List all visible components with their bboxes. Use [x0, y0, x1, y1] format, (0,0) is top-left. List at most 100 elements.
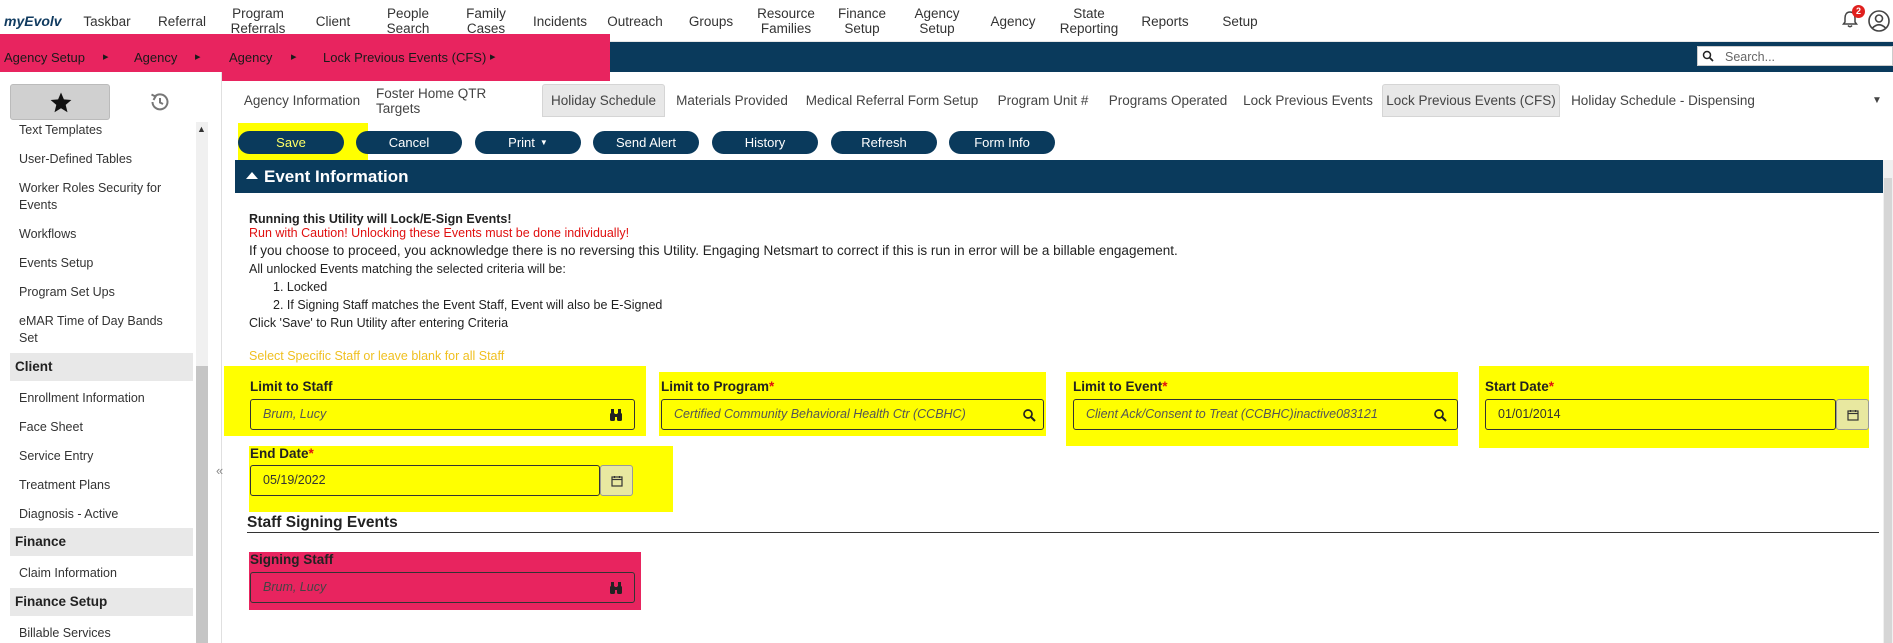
tabs-overflow-icon[interactable]: ▼	[1872, 95, 1882, 106]
section-title: Event Information	[264, 167, 409, 186]
breadcrumb-separator-icon: ▸	[490, 51, 496, 63]
notification-badge: 2	[1852, 5, 1865, 18]
nav-finance-setup[interactable]: Finance Setup	[830, 0, 894, 42]
sidebar-item-treatment-plans[interactable]: Treatment Plans	[19, 477, 179, 494]
collapse-sidebar-icon[interactable]: «	[216, 463, 223, 478]
start-date-label-text: Start Date	[1485, 379, 1549, 394]
brand-logo[interactable]: myEvolv	[4, 13, 62, 29]
tab-lock-previous-events[interactable]: Lock Previous Events	[1240, 84, 1376, 117]
caution-text: Run with Caution! Unlocking these Events…	[249, 226, 630, 240]
sidebar-item-user-defined-tables[interactable]: User-Defined Tables	[19, 151, 179, 168]
required-mark: *	[1548, 379, 1555, 394]
tab-materials-provided[interactable]: Materials Provided	[670, 84, 794, 117]
tab-agency-information[interactable]: Agency Information	[238, 84, 366, 117]
criteria-item-locked: 1. Locked	[273, 280, 328, 294]
limit-event-input[interactable]: Client Ack/Consent to Treat (CCBHC)inact…	[1073, 399, 1458, 430]
refresh-button[interactable]: Refresh	[831, 131, 937, 154]
tab-lock-previous-events-cfs[interactable]: Lock Previous Events (CFS)	[1382, 84, 1560, 117]
tab-foster-home-qtr-targets[interactable]: Foster Home QTR Targets	[376, 84, 532, 117]
cancel-button[interactable]: Cancel	[356, 131, 462, 154]
binoculars-icon[interactable]	[609, 581, 623, 595]
required-mark: *	[769, 379, 775, 394]
search-icon	[1702, 50, 1714, 62]
sidebar-list: Text Templates User-Defined Tables Worke…	[10, 122, 193, 643]
nav-reports[interactable]: Reports	[1134, 0, 1196, 42]
start-date-label: Start Date*	[1485, 379, 1554, 394]
required-mark: *	[1162, 379, 1168, 394]
sidebar-item-billable-services[interactable]: Billable Services	[19, 625, 179, 642]
limit-program-label: Limit to Program*	[661, 379, 774, 394]
nav-outreach[interactable]: Outreach	[602, 0, 668, 42]
print-button[interactable]: Print ▼	[475, 131, 581, 154]
sidebar-item-worker-roles[interactable]: Worker Roles Security for Events	[19, 180, 179, 214]
criteria-item-esigned: 2. If Signing Staff matches the Event St…	[273, 298, 663, 312]
limit-program-label-text: Limit to Program	[661, 379, 770, 394]
breadcrumb-agency-2[interactable]: Agency	[229, 50, 272, 65]
staff-hint-text: Select Specific Staff or leave blank for…	[249, 349, 505, 363]
tab-program-unit[interactable]: Program Unit #	[990, 84, 1096, 117]
binoculars-icon[interactable]	[609, 408, 623, 422]
signing-staff-input[interactable]: Brum, Lucy	[250, 572, 635, 603]
section-header[interactable]	[235, 160, 1885, 193]
required-mark: *	[308, 446, 314, 461]
calendar-icon	[1847, 410, 1859, 421]
user-profile-icon[interactable]	[1868, 10, 1890, 32]
end-date-input[interactable]: 05/19/2022	[250, 465, 600, 496]
sidebar-scrollbar-thumb[interactable]	[196, 366, 208, 643]
favorites-tab[interactable]	[10, 84, 110, 120]
limit-event-label-text: Limit to Event	[1073, 379, 1163, 394]
divider	[247, 532, 1879, 533]
sidebar-item-program-set-ups[interactable]: Program Set Ups	[19, 284, 179, 301]
sidebar-item-workflows[interactable]: Workflows	[19, 226, 179, 243]
recent-history-tab[interactable]	[110, 84, 210, 120]
search-input[interactable]: Search...	[1725, 50, 1775, 64]
history-icon	[151, 93, 169, 111]
tab-programs-operated[interactable]: Programs Operated	[1104, 84, 1232, 117]
search-box[interactable]: Search...	[1697, 46, 1893, 66]
calendar-icon	[611, 476, 623, 487]
sidebar-item-claim-information[interactable]: Claim Information	[19, 565, 179, 582]
tab-medical-referral-form-setup[interactable]: Medical Referral Form Setup	[804, 84, 980, 117]
nav-resource-families[interactable]: Resource Families	[750, 0, 822, 42]
collapse-caret-icon[interactable]	[246, 172, 258, 179]
sidebar-item-text-templates[interactable]: Text Templates	[19, 122, 179, 139]
sidebar-item-events-setup[interactable]: Events Setup	[19, 255, 179, 272]
nav-groups[interactable]: Groups	[680, 0, 742, 42]
tab-holiday-schedule-dispensing[interactable]: Holiday Schedule - Dispensing	[1568, 84, 1758, 117]
sidebar-item-enrollment-info[interactable]: Enrollment Information	[19, 390, 179, 407]
breadcrumb-separator-icon: ▸	[291, 51, 297, 63]
save-button[interactable]: Save	[238, 131, 344, 154]
criteria-text: All unlocked Events matching the selecte…	[249, 262, 566, 276]
main-scrollbar-thumb[interactable]	[1884, 178, 1892, 643]
breadcrumb-lock-previous-events[interactable]: Lock Previous Events (CFS)	[323, 50, 486, 65]
sidebar-item-diagnosis-active[interactable]: Diagnosis - Active	[19, 506, 179, 523]
search-icon[interactable]	[1433, 408, 1447, 422]
nav-agency[interactable]: Agency	[982, 0, 1044, 42]
sidebar-item-face-sheet[interactable]: Face Sheet	[19, 419, 179, 436]
star-icon	[50, 92, 72, 113]
acknowledge-text: If you choose to proceed, you acknowledg…	[249, 243, 1178, 258]
staff-signing-title: Staff Signing Events	[247, 514, 398, 531]
end-date-calendar-button[interactable]	[600, 465, 633, 496]
form-info-button[interactable]: Form Info	[949, 131, 1055, 154]
end-date-label: End Date*	[250, 446, 314, 461]
nav-setup[interactable]: Setup	[1210, 0, 1270, 42]
start-date-calendar-button[interactable]	[1836, 399, 1869, 430]
start-date-input[interactable]: 01/01/2014	[1485, 399, 1836, 430]
nav-agency-setup[interactable]: Agency Setup	[905, 0, 969, 42]
limit-program-input[interactable]: Certified Community Behavioral Health Ct…	[661, 399, 1044, 430]
history-button[interactable]: History	[712, 131, 818, 154]
breadcrumb-agency[interactable]: Agency	[134, 50, 177, 65]
tab-holiday-schedule[interactable]: Holiday Schedule	[542, 84, 665, 117]
send-alert-button[interactable]: Send Alert	[593, 131, 699, 154]
breadcrumb-agency-setup[interactable]: Agency Setup	[4, 50, 85, 65]
sidebar-header-finance-setup: Finance Setup	[10, 588, 193, 616]
nav-state-reporting[interactable]: State Reporting	[1054, 0, 1124, 42]
scroll-up-icon[interactable]: ▲	[197, 124, 206, 134]
sidebar-item-service-entry[interactable]: Service Entry	[19, 448, 179, 465]
sidebar-header-finance: Finance	[10, 528, 193, 556]
limit-staff-input[interactable]: Brum, Lucy	[250, 399, 635, 430]
sidebar-item-emar-time-bands[interactable]: eMAR Time of Day Bands Set	[19, 313, 179, 347]
signing-staff-label: Signing Staff	[250, 552, 334, 567]
search-icon[interactable]	[1022, 408, 1036, 422]
